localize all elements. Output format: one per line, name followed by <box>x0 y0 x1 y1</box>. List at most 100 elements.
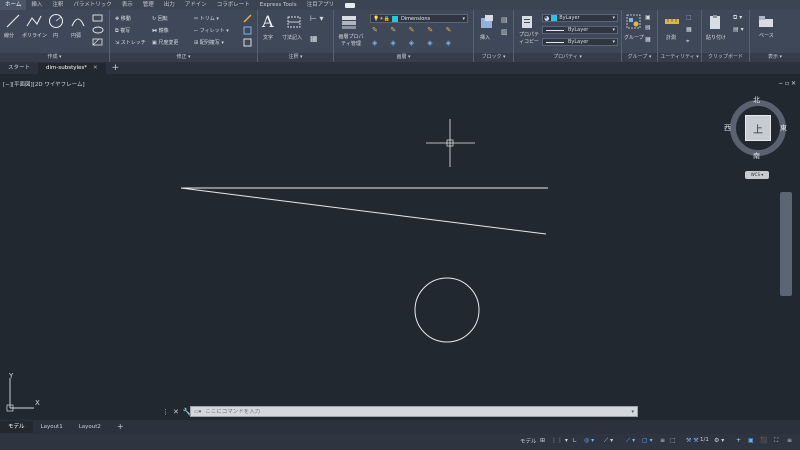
tab-layout2[interactable]: Layout2 <box>71 421 109 433</box>
tab-annotate[interactable]: 注釈 <box>47 0 68 10</box>
arc-label[interactable]: 円弧 <box>71 32 81 39</box>
panel-draw-title[interactable]: 作成 ▾ <box>0 53 109 62</box>
compass-north[interactable]: 北 <box>753 95 760 105</box>
group-label[interactable]: グループ <box>624 34 644 41</box>
tab-addins[interactable]: アドイン <box>180 0 212 10</box>
close-icon[interactable]: ✕ <box>173 408 179 416</box>
measure-label[interactable]: 計測 <box>666 34 676 41</box>
insert-label[interactable]: 挿入 <box>480 34 490 41</box>
panel-utilities-title[interactable]: ユーティリティ ▾ <box>658 53 701 62</box>
compass-south[interactable]: 南 <box>753 151 760 161</box>
dimension-icon[interactable] <box>286 15 302 29</box>
panel-block-title[interactable]: ブロック ▾ <box>474 53 513 62</box>
tab-output[interactable]: 出力 <box>159 0 180 10</box>
annotation-scale-value[interactable]: 1/1 <box>700 437 709 443</box>
layer-tool-icon[interactable]: ◈ <box>409 39 425 50</box>
viewcube[interactable]: 上 北 南 西 東 WCS ▾ <box>724 94 792 186</box>
layer-dropdown[interactable]: 💡☀🔒 Dimensions ▾ <box>370 14 468 23</box>
panel-groups-title[interactable]: グループ ▾ <box>622 53 657 62</box>
copy-clip-icon[interactable]: ⧉ ▾ <box>733 14 742 22</box>
block-edit-icon[interactable]: ▤ <box>501 16 508 24</box>
array-button[interactable]: ⊞ 配列複写 ▾ <box>194 39 224 46</box>
grid-icon[interactable]: ⊞ <box>540 437 545 444</box>
angled-line[interactable] <box>180 187 547 235</box>
compass-west[interactable]: 西 <box>724 123 731 133</box>
mirror-button[interactable]: ⧓ 鏡像 <box>152 27 169 34</box>
match-properties-label[interactable]: プロパティコピー <box>517 32 541 46</box>
linetype-dropdown[interactable]: ByLayer ▾ <box>542 26 618 34</box>
group-select-icon[interactable]: ▦ <box>645 36 651 43</box>
arc-icon[interactable] <box>70 14 86 28</box>
rotate-button[interactable]: ↻ 回転 <box>152 15 168 22</box>
tab-layout1[interactable]: Layout1 <box>33 421 71 433</box>
text-label[interactable]: 文字 <box>263 34 273 41</box>
transparency-icon[interactable]: ⬚ <box>670 437 676 444</box>
tab-parametric[interactable]: パラメトリック <box>68 0 116 10</box>
wcs-menu[interactable]: WCS ▾ <box>745 171 769 179</box>
id-point-icon[interactable]: ⌖ <box>686 38 689 46</box>
base-view-icon[interactable] <box>758 14 774 28</box>
panel-layers-title[interactable]: 画層 ▾ <box>334 53 473 62</box>
trim-button[interactable]: ✂ トリム ▾ <box>194 15 219 22</box>
circle-icon[interactable] <box>48 13 64 29</box>
paste-label[interactable]: 貼り付け <box>706 34 726 41</box>
navigation-bar[interactable] <box>780 192 792 296</box>
tab-featured-apps[interactable]: 注目アプリ <box>302 0 340 10</box>
command-line[interactable]: ▭▾ ▾ <box>190 406 638 417</box>
grip-icon[interactable]: ⋮ <box>162 408 169 416</box>
layer-tool-icon[interactable]: ✎ <box>409 26 425 37</box>
layer-tool-icon[interactable]: ◈ <box>390 39 406 50</box>
tab-file[interactable]: dim-substyles* ✕ <box>38 63 106 74</box>
layer-tool-icon[interactable]: ✎ <box>427 26 443 37</box>
calculator-icon[interactable]: ▦ <box>686 26 692 33</box>
polyline-label[interactable]: ポリライン <box>22 32 47 39</box>
layer-tool-icon[interactable]: ◈ <box>427 39 443 50</box>
tab-manage[interactable]: 管理 <box>138 0 159 10</box>
tab-express-tools[interactable]: Express Tools <box>255 0 302 10</box>
otrack-icon[interactable]: ▢ ▾ <box>642 437 653 444</box>
text-icon[interactable]: A <box>262 12 274 31</box>
erase-icon[interactable] <box>243 14 252 23</box>
group-edit-icon[interactable]: ▤ <box>645 24 651 31</box>
panel-view-title[interactable]: 表示 ▾ <box>750 53 800 62</box>
offset-icon[interactable] <box>243 38 252 47</box>
lineweight-icon[interactable]: ≡ <box>660 437 665 444</box>
line-label[interactable]: 線分 <box>4 32 14 39</box>
command-prompt-icon[interactable]: ▭▾ <box>194 409 201 415</box>
base-label[interactable]: ベース <box>759 32 774 39</box>
ortho-icon[interactable]: ∟ <box>572 437 577 444</box>
color-dropdown[interactable]: ◕ ByLayer ▾ <box>542 14 618 22</box>
explode-icon[interactable] <box>243 26 252 35</box>
command-input[interactable] <box>205 408 632 415</box>
polyline-icon[interactable] <box>26 14 42 28</box>
measure-icon[interactable] <box>664 16 680 26</box>
panel-annotation-title[interactable]: 注釈 ▾ <box>258 53 333 62</box>
match-properties-icon[interactable] <box>520 14 536 30</box>
cut-icon[interactable]: ▤ ▾ <box>733 26 744 33</box>
ribbon-minimize-toggle[interactable] <box>345 2 356 8</box>
tab-home[interactable]: ホーム <box>0 0 27 10</box>
tab-view[interactable]: 表示 <box>117 0 138 10</box>
leader-icon[interactable]: ⊢ ▾ <box>310 14 324 23</box>
layer-tool-icon[interactable]: ✎ <box>390 26 406 37</box>
hatch-icon[interactable] <box>92 38 104 46</box>
isolate-icon[interactable]: ▣ <box>748 437 754 444</box>
fullscreen-icon[interactable]: ⛶ <box>774 437 778 445</box>
stretch-button[interactable]: ⇲ ストレッチ <box>115 39 146 46</box>
isodraft-icon[interactable]: ⟋ ▾ <box>604 437 613 445</box>
layer-tool-icon[interactable]: ◈ <box>446 39 462 50</box>
graphics-icon[interactable]: ⬛ <box>760 437 767 444</box>
new-tab-button[interactable]: + <box>106 63 126 74</box>
lineweight-dropdown[interactable]: ByLayer ▾ <box>542 38 618 46</box>
line-icon[interactable] <box>6 14 20 28</box>
annotation-scale-icon[interactable]: ⚒ ⚒ <box>686 437 699 444</box>
layer-tool-icon[interactable]: ◈ <box>372 39 388 50</box>
polar-icon[interactable]: ◎ ▾ <box>584 437 594 444</box>
tab-collaborate[interactable]: コラボレート <box>212 0 255 10</box>
panel-modify-title[interactable]: 修正 ▾ <box>110 53 257 62</box>
ungroup-icon[interactable]: ▣ <box>645 14 651 21</box>
scale-button[interactable]: ▣ 尺度変更 <box>152 39 178 46</box>
viewcube-top-face[interactable]: 上 <box>745 115 771 141</box>
layer-tool-icon[interactable]: ✎ <box>372 26 388 37</box>
layer-tool-icon[interactable]: ✎ <box>446 26 462 37</box>
